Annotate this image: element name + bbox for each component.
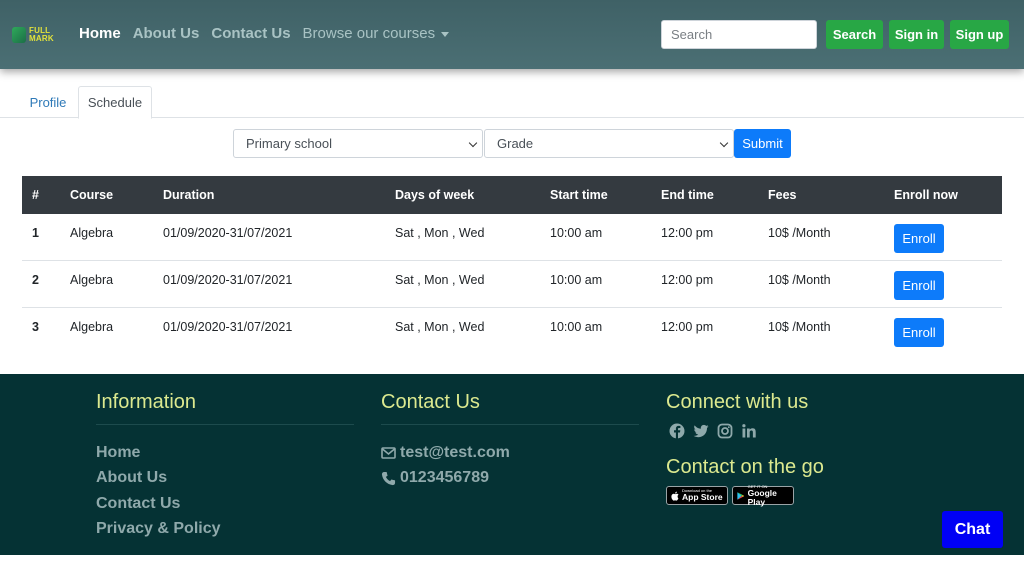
cell-fees: 10$ /Month	[768, 273, 831, 287]
sign-in-button[interactable]: Sign in	[889, 20, 944, 49]
footer-information-title: Information	[96, 391, 197, 413]
caret-down-icon	[441, 31, 450, 37]
facebook-icon[interactable]	[669, 423, 685, 439]
footer-connect-title: Connect with us	[666, 391, 809, 413]
cell-index: 2	[32, 273, 39, 287]
tab-bar: Profile Schedule	[0, 86, 1024, 119]
col-header-start: Start time	[550, 188, 608, 202]
col-header-enroll: Enroll now	[894, 188, 958, 202]
school-select-value: Primary school	[246, 136, 332, 151]
divider	[96, 424, 354, 425]
footer-phone[interactable]: 0123456789	[381, 469, 489, 487]
tab-schedule[interactable]: Schedule	[78, 86, 152, 119]
google-play-big-text: Google Play	[747, 487, 777, 507]
cell-course: Algebra	[70, 226, 114, 240]
footer-email[interactable]: test@test.com	[381, 444, 510, 462]
col-header-days: Days of week	[395, 188, 475, 202]
nav-link-contact[interactable]: Contact Us	[211, 25, 290, 42]
grade-select[interactable]: Grade	[484, 129, 734, 158]
chat-button[interactable]: Chat	[942, 511, 1003, 548]
nav-links: Home About Us Contact Us Browse our cour…	[79, 25, 461, 42]
search-button[interactable]: Search	[826, 20, 883, 49]
divider	[381, 424, 639, 425]
enroll-button[interactable]: Enroll	[894, 318, 944, 347]
enroll-button[interactable]: Enroll	[894, 271, 944, 300]
google-play-badge[interactable]: GET IT ON Google Play	[732, 484, 794, 507]
cell-duration: 01/09/2020-31/07/2021	[163, 226, 293, 240]
phone-icon	[381, 471, 396, 485]
nav-link-about[interactable]: About Us	[133, 25, 200, 42]
nav-dropdown-courses[interactable]: Browse our courses	[303, 25, 450, 42]
cell-fees: 10$ /Month	[768, 226, 831, 240]
dropdown-label: Browse our courses	[302, 25, 436, 42]
cell-index: 1	[32, 226, 39, 240]
footer-information: Information	[96, 391, 354, 425]
col-header-end: End time	[661, 188, 714, 202]
cell-start: 10:00 am	[550, 226, 603, 240]
social-links	[669, 423, 765, 439]
nav-link-home[interactable]: Home	[79, 25, 121, 42]
cell-course: Algebra	[70, 273, 114, 287]
cell-days: Sat , Mon , Wed	[395, 273, 485, 287]
linkedin-icon[interactable]	[741, 423, 757, 439]
table-header: # Course Duration Days of week Start tim…	[22, 176, 1002, 214]
footer-phone-text: 0123456789	[400, 469, 489, 486]
enroll-button[interactable]: Enroll	[894, 224, 944, 253]
footer-contact-title: Contact Us	[381, 391, 480, 413]
app-store-badge[interactable]: Download on the App Store	[666, 486, 728, 505]
submit-button[interactable]: Submit	[734, 129, 791, 158]
twitter-icon[interactable]	[693, 423, 709, 439]
col-header-duration: Duration	[163, 188, 215, 202]
cell-end: 12:00 pm	[661, 226, 714, 240]
brand-logo[interactable]: FULL MARK	[12, 24, 60, 46]
apple-icon	[671, 491, 679, 501]
footer-connect: Connect with us	[666, 391, 808, 414]
logo-line-2: MARK	[29, 34, 54, 43]
sign-up-button[interactable]: Sign up	[950, 20, 1009, 49]
chevron-down-icon	[719, 138, 729, 148]
grade-select-value: Grade	[497, 136, 534, 151]
footer-link-contact[interactable]: Contact Us	[96, 495, 180, 513]
cell-index: 3	[32, 320, 39, 334]
cell-duration: 01/09/2020-31/07/2021	[163, 320, 293, 334]
chevron-down-icon	[468, 138, 478, 148]
cell-days: Sat , Mon , Wed	[395, 226, 485, 240]
app-store-big-text: App Store	[682, 492, 723, 502]
cell-end: 12:00 pm	[661, 320, 714, 334]
envelope-icon	[381, 447, 396, 459]
footer-go-title: Contact on the go	[666, 456, 824, 478]
cell-duration: 01/09/2020-31/07/2021	[163, 273, 293, 287]
table-row: 1 Algebra 01/09/2020-31/07/2021 Sat , Mo…	[22, 214, 1002, 261]
cell-course: Algebra	[70, 320, 114, 334]
footer-contact: Contact Us	[381, 391, 639, 425]
cell-end: 12:00 pm	[661, 273, 714, 287]
footer: Information Home About Us Contact Us Pri…	[0, 374, 1024, 555]
table-row: 3 Algebra 01/09/2020-31/07/2021 Sat , Mo…	[22, 308, 1002, 355]
tab-profile[interactable]: Profile	[20, 86, 76, 118]
table-row: 2 Algebra 01/09/2020-31/07/2021 Sat , Mo…	[22, 261, 1002, 308]
col-header-index: #	[32, 188, 39, 202]
footer-link-about[interactable]: About Us	[96, 469, 167, 487]
footer-link-home[interactable]: Home	[96, 444, 140, 462]
schedule-table: # Course Duration Days of week Start tim…	[22, 176, 1002, 355]
navbar: FULL MARK Home About Us Contact Us Brows…	[0, 0, 1024, 69]
footer-email-text: test@test.com	[400, 444, 510, 461]
col-header-course: Course	[70, 188, 114, 202]
school-select[interactable]: Primary school	[233, 129, 483, 158]
google-play-icon	[737, 491, 745, 500]
logo-mark-icon	[12, 27, 26, 43]
footer-link-privacy[interactable]: Privacy & Policy	[96, 520, 221, 538]
cell-days: Sat , Mon , Wed	[395, 320, 485, 334]
cell-start: 10:00 am	[550, 273, 603, 287]
col-header-fees: Fees	[768, 188, 797, 202]
instagram-icon[interactable]	[717, 423, 733, 439]
search-input[interactable]	[661, 20, 817, 49]
cell-start: 10:00 am	[550, 320, 603, 334]
cell-fees: 10$ /Month	[768, 320, 831, 334]
